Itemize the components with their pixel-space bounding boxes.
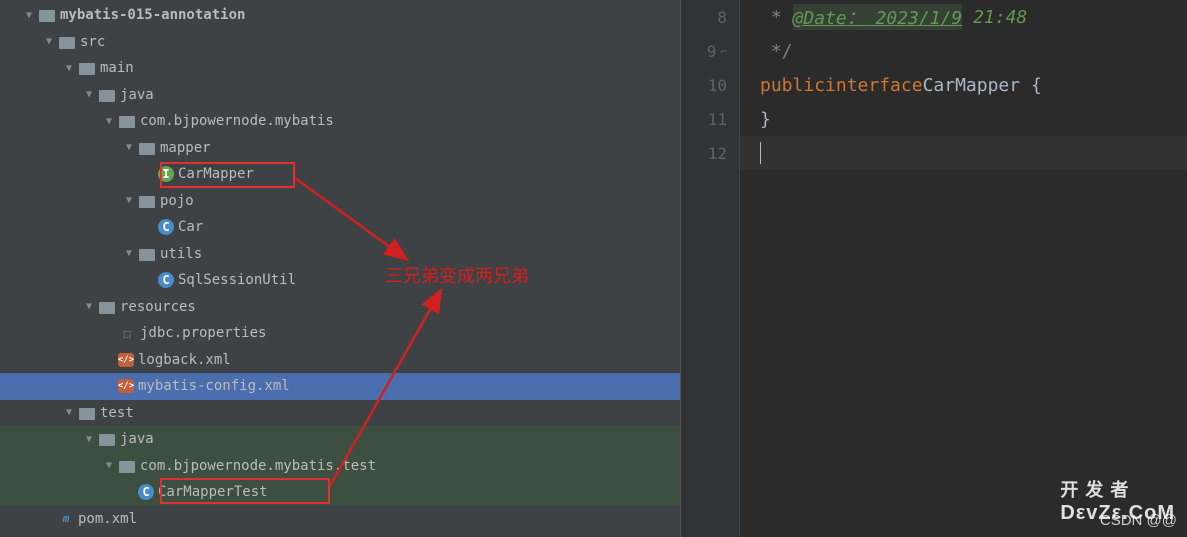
line-number: 9⌐ bbox=[681, 34, 739, 68]
tree-label: pom.xml bbox=[74, 511, 137, 527]
test-source-folder-icon bbox=[98, 431, 116, 447]
tree-package-test[interactable]: ▼ com.bjpowernode.mybatis.test bbox=[0, 453, 680, 480]
tree-label: mapper bbox=[156, 140, 211, 156]
tree-folder-java-test[interactable]: ▼ java bbox=[0, 426, 680, 453]
xml-icon: </> bbox=[118, 379, 134, 393]
source-folder-icon bbox=[98, 87, 116, 103]
annotation-text: 三兄弟变成两兄弟 bbox=[385, 262, 529, 288]
package-icon bbox=[118, 458, 136, 474]
tree-label: CarMapper bbox=[174, 166, 254, 182]
tree-folder-main[interactable]: ▼ main bbox=[0, 55, 680, 82]
tree-label: mybatis-config.xml bbox=[134, 378, 290, 394]
tree-root[interactable]: ▼ mybatis-015-annotation bbox=[0, 2, 680, 29]
tree-folder-resources[interactable]: ▼ resources bbox=[0, 294, 680, 321]
project-tree[interactable]: ▼ mybatis-015-annotation ▼ src ▼ main ▼ … bbox=[0, 0, 680, 537]
tree-folder-java-main[interactable]: ▼ java bbox=[0, 82, 680, 109]
tree-label: src bbox=[76, 34, 105, 50]
code-line[interactable]: */ bbox=[740, 34, 1187, 68]
chevron-down-icon[interactable]: ▼ bbox=[100, 116, 118, 127]
package-icon bbox=[118, 113, 136, 129]
tree-folder-utils[interactable]: ▼ utils bbox=[0, 241, 680, 268]
tree-label: java bbox=[116, 87, 154, 103]
folder-icon bbox=[78, 60, 96, 76]
tree-label: pojo bbox=[156, 193, 194, 209]
tree-label: Car bbox=[174, 219, 203, 235]
tree-file-mybatis-config[interactable]: </> mybatis-config.xml bbox=[0, 373, 680, 400]
tree-file-car[interactable]: C Car bbox=[0, 214, 680, 241]
chevron-down-icon[interactable]: ▼ bbox=[80, 301, 98, 312]
line-number: 8 bbox=[681, 0, 739, 34]
line-number: 11 bbox=[681, 102, 739, 136]
xml-icon: </> bbox=[118, 353, 134, 367]
chevron-down-icon[interactable]: ▼ bbox=[20, 10, 38, 21]
fold-end-icon[interactable]: ⌐ bbox=[720, 45, 727, 58]
tree-package-main[interactable]: ▼ com.bjpowernode.mybatis bbox=[0, 108, 680, 135]
folder-icon bbox=[58, 34, 76, 50]
maven-icon: m bbox=[58, 511, 74, 527]
tree-folder-src[interactable]: ▼ src bbox=[0, 29, 680, 56]
chevron-down-icon[interactable]: ▼ bbox=[80, 434, 98, 445]
chevron-down-icon[interactable]: ▼ bbox=[40, 36, 58, 47]
code-editor[interactable]: * @Date： 2023/1/9 21:48 */ public interf… bbox=[740, 0, 1187, 537]
resources-folder-icon bbox=[98, 299, 116, 315]
tree-file-carmappertest[interactable]: C CarMapperTest bbox=[0, 479, 680, 506]
tree-label: utils bbox=[156, 246, 202, 262]
chevron-down-icon[interactable]: ▼ bbox=[120, 248, 138, 259]
package-icon bbox=[138, 246, 156, 262]
tree-file-sqlsessionutil[interactable]: C SqlSessionUtil bbox=[0, 267, 680, 294]
watermark-logo: 开 发 者 DεvZε.CοM bbox=[1060, 476, 1175, 525]
tree-folder-mapper[interactable]: ▼ mapper bbox=[0, 135, 680, 162]
chevron-down-icon[interactable]: ▼ bbox=[60, 407, 78, 418]
interface-icon: I bbox=[158, 166, 174, 182]
tree-label: logback.xml bbox=[134, 352, 231, 368]
code-line[interactable] bbox=[740, 136, 1187, 170]
tree-label: com.bjpowernode.mybatis.test bbox=[136, 458, 376, 474]
code-line[interactable]: public interface CarMapper { bbox=[740, 68, 1187, 102]
properties-icon: ⬚ bbox=[118, 325, 136, 341]
tree-folder-test[interactable]: ▼ test bbox=[0, 400, 680, 427]
tree-label: SqlSessionUtil bbox=[174, 272, 296, 288]
line-number: 10 bbox=[681, 68, 739, 102]
chevron-down-icon[interactable]: ▼ bbox=[120, 195, 138, 206]
package-icon bbox=[138, 140, 156, 156]
code-line[interactable]: * @Date： 2023/1/9 21:48 bbox=[740, 0, 1187, 34]
tree-file-carmapper[interactable]: I CarMapper bbox=[0, 161, 680, 188]
tree-label: resources bbox=[116, 299, 196, 315]
folder-icon bbox=[78, 405, 96, 421]
module-icon bbox=[38, 7, 56, 23]
tree-label: java bbox=[116, 431, 154, 447]
line-number: 12 bbox=[681, 136, 739, 170]
chevron-down-icon[interactable]: ▼ bbox=[100, 460, 118, 471]
tree-label: main bbox=[96, 60, 134, 76]
tree-file-pom[interactable]: m pom.xml bbox=[0, 506, 680, 533]
chevron-down-icon[interactable]: ▼ bbox=[80, 89, 98, 100]
chevron-down-icon[interactable]: ▼ bbox=[60, 63, 78, 74]
code-line[interactable]: } bbox=[740, 102, 1187, 136]
tree-label: com.bjpowernode.mybatis bbox=[136, 113, 334, 129]
tree-file-logback-xml[interactable]: </> logback.xml bbox=[0, 347, 680, 374]
tree-label: jdbc.properties bbox=[136, 325, 266, 341]
tree-file-jdbc-properties[interactable]: ⬚ jdbc.properties bbox=[0, 320, 680, 347]
class-icon: C bbox=[158, 219, 174, 235]
tree-label: CarMapperTest bbox=[154, 484, 268, 500]
tree-folder-pojo[interactable]: ▼ pojo bbox=[0, 188, 680, 215]
tree-label: mybatis-015-annotation bbox=[56, 7, 245, 23]
text-caret bbox=[760, 142, 761, 164]
class-icon: C bbox=[138, 484, 154, 500]
tree-label: test bbox=[96, 405, 134, 421]
package-icon bbox=[138, 193, 156, 209]
chevron-down-icon[interactable]: ▼ bbox=[120, 142, 138, 153]
class-icon: C bbox=[158, 272, 174, 288]
editor-gutter: 8 9⌐ 10 11 12 bbox=[680, 0, 740, 537]
